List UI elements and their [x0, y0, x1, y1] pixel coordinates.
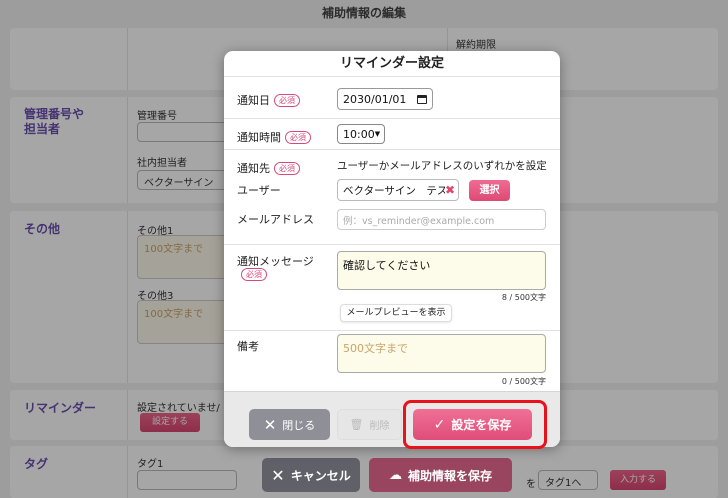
select-user-button[interactable]: 選択 [469, 180, 510, 201]
delete-button[interactable]: 🗑 削除 [337, 409, 402, 440]
cancel-button-label: キャンセル [290, 468, 351, 483]
user-label: ユーザー [237, 184, 281, 197]
remarks-row: 備考 500文字まで 0 / 500文字 [224, 331, 560, 391]
message-label: 通知メッセージ 必須 [237, 255, 314, 281]
email-label: メールアドレス [237, 213, 314, 226]
required-badge: 必須 [285, 131, 311, 144]
close-button[interactable]: ✕ 閉じる [249, 409, 330, 440]
notify-date-input[interactable]: 2030/01/01 [337, 88, 433, 110]
message-row: 通知メッセージ 必須 確認してください 8 / 500文字 メールプレビューを表示 [224, 245, 560, 331]
close-button-label: 閉じる [282, 418, 316, 432]
message-textarea[interactable]: 確認してください [337, 251, 546, 290]
cloud-upload-icon: ☁ [388, 467, 402, 483]
cancel-button[interactable]: ✕ キャンセル [262, 458, 360, 492]
notify-time-select[interactable]: 10:00 ▼ [337, 124, 385, 144]
clear-icon[interactable]: ✖ [445, 183, 455, 197]
user-input[interactable]: ベクターサイン テス ✖ [337, 179, 459, 201]
modal-title: リマインダー設定 [224, 51, 560, 77]
required-badge: 必須 [241, 268, 267, 281]
reminder-modal: リマインダー設定 通知日 必須 2030/01/01 通知時間 必須 10:00 ▼… [224, 51, 560, 447]
close-icon: ✕ [271, 465, 285, 485]
notify-date-label: 通知日 必須 [237, 92, 300, 108]
save-button-highlight [403, 400, 547, 449]
notify-to-label: 通知先 必須 [237, 160, 300, 176]
notify-date-row: 通知日 必須 2030/01/01 [224, 78, 560, 119]
remarks-label: 備考 [237, 340, 259, 353]
required-badge: 必須 [274, 94, 300, 107]
notify-time-row: 通知時間 必須 10:00 ▼ [224, 119, 560, 150]
calendar-icon[interactable] [417, 94, 427, 104]
notify-to-hint: ユーザーかメールアドレスのいずれかを設定 [337, 160, 547, 172]
trash-icon: 🗑 [349, 418, 364, 431]
delete-button-label: 削除 [369, 421, 390, 432]
remarks-textarea[interactable]: 500文字まで [337, 334, 546, 373]
notify-time-label: 通知時間 必須 [237, 129, 311, 145]
email-input[interactable]: 例：vs_reminder@example.com [337, 209, 546, 230]
required-badge: 必須 [274, 162, 300, 175]
message-count: 8 / 500文字 [501, 293, 546, 302]
close-icon: ✕ [263, 415, 277, 434]
remarks-count: 0 / 500文字 [501, 377, 546, 386]
notify-to-row: 通知先 必須 ユーザーかメールアドレスのいずれかを設定 ユーザー ベクターサイン … [224, 150, 560, 245]
save-info-button[interactable]: ☁ 補助情報を保存 [369, 458, 512, 492]
mail-preview-button[interactable]: メールプレビューを表示 [340, 304, 452, 322]
save-info-button-label: 補助情報を保存 [407, 468, 492, 483]
chevron-down-icon: ▼ [374, 130, 381, 138]
